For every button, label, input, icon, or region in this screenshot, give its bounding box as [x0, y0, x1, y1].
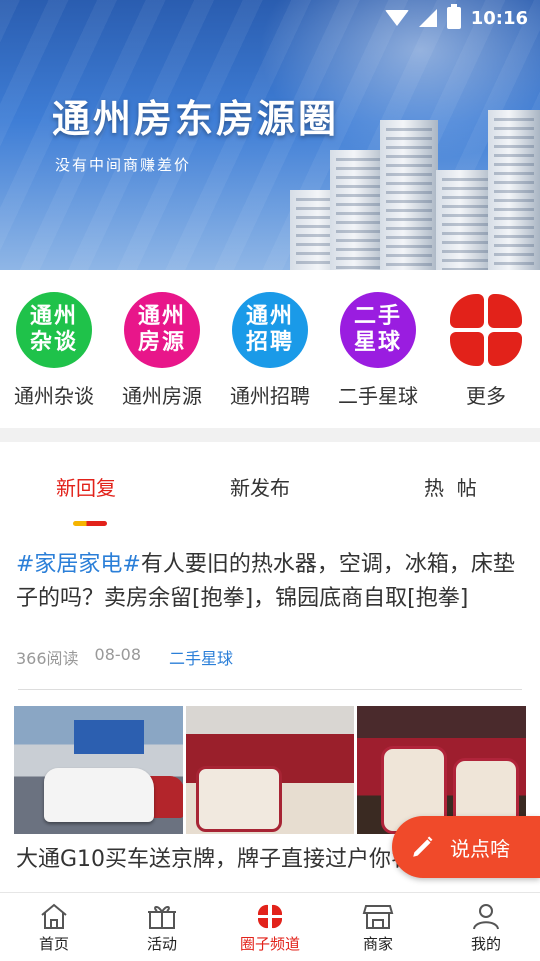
category-icon-text: 通州招聘: [245, 304, 294, 355]
nav-circle-channel[interactable]: 圈子频道: [216, 893, 324, 961]
post-circle-link[interactable]: 二手星球: [169, 645, 233, 669]
store-icon: [362, 905, 394, 929]
status-bar: 10:16: [384, 4, 528, 30]
banner-title: 通州房东房源圈: [52, 97, 340, 141]
wifi-icon: [384, 10, 409, 26]
category-label: 通州杂谈: [14, 384, 94, 408]
category-label: 更多: [466, 384, 506, 408]
bottom-nav: 首页 活动 圈子频道 商家 我的: [0, 892, 540, 961]
signal-icon: [418, 9, 437, 27]
home-icon: [41, 903, 67, 929]
pencil-icon: [413, 836, 433, 857]
post-item[interactable]: #家居家电#有人要旧的热水器，空调，冰箱，床垫子的吗？卖房余留[抱拳]，锦园底商…: [16, 548, 528, 616]
status-time: 10:16: [470, 7, 528, 29]
nav-label: 我的: [470, 935, 501, 953]
battery-icon: [446, 4, 461, 29]
post-tag[interactable]: #家居家电#: [16, 552, 141, 577]
category-label: 通州招聘: [230, 384, 310, 408]
post-meta: 366阅读 08-08 二手星球: [16, 645, 233, 669]
category-icon-text: 通州房源: [137, 304, 186, 355]
category-icon: 二手星球: [340, 292, 416, 368]
compose-button[interactable]: 说点啥: [392, 816, 540, 878]
banner[interactable]: 通州房东房源圈 没有中间商赚差价 10:16: [0, 0, 540, 270]
nav-activity[interactable]: 活动: [108, 893, 216, 961]
category-tongzhou-zatan[interactable]: 通州杂谈 通州杂谈: [0, 270, 108, 428]
tab-hot-posts[interactable]: 热 帖: [424, 472, 477, 501]
category-ershou-xingqiu[interactable]: 二手星球 二手星球: [324, 270, 432, 428]
category-icon: 通州杂谈: [16, 292, 92, 368]
nav-label: 圈子频道: [239, 935, 300, 953]
nav-label: 首页: [38, 935, 69, 953]
post-date: 08-08: [94, 645, 142, 664]
post-photo-van[interactable]: [14, 706, 183, 834]
post-read-count: 366阅读: [16, 649, 79, 668]
post-photos: [14, 706, 527, 834]
section-divider: [0, 428, 540, 442]
category-more[interactable]: 更多: [432, 270, 540, 428]
nav-merchants[interactable]: 商家: [324, 893, 432, 961]
category-label: 二手星球: [338, 384, 418, 408]
category-icon-text: 二手星球: [353, 304, 402, 355]
building: [436, 170, 496, 270]
tab-new-posts[interactable]: 新发布: [230, 472, 290, 501]
nav-label: 商家: [362, 935, 393, 953]
category-icon: 通州房源: [124, 292, 200, 368]
nav-label: 活动: [146, 935, 177, 953]
nav-profile[interactable]: 我的: [432, 893, 540, 961]
category-icon-text: 通州杂谈: [29, 304, 78, 355]
nav-home[interactable]: 首页: [0, 893, 108, 961]
category-row: 通州杂谈 通州杂谈 通州房源 通州房源 通州招聘 通州招聘 二手星球 二手星球 …: [0, 270, 540, 428]
active-tab-indicator: [73, 521, 107, 526]
category-tongzhou-zhaopin[interactable]: 通州招聘 通州招聘: [216, 270, 324, 428]
post-photo-interior[interactable]: [185, 706, 355, 834]
banner-subtitle: 没有中间商赚差价: [55, 156, 192, 174]
gift-icon: [148, 906, 176, 929]
category-tongzhou-fangyuan[interactable]: 通州房源 通州房源: [108, 270, 216, 428]
tab-new-replies[interactable]: 新回复: [56, 472, 116, 501]
category-icon: 通州招聘: [232, 292, 308, 368]
four-petal-icon: [448, 292, 524, 368]
circle-channel-icon: [257, 904, 283, 929]
profile-icon: [473, 904, 499, 930]
compose-label: 说点啥: [450, 836, 510, 861]
building: [380, 120, 438, 270]
building: [488, 110, 540, 270]
post-separator: [18, 689, 522, 690]
post-photo-seats[interactable]: [357, 706, 527, 834]
category-label: 通州房源: [122, 384, 202, 408]
